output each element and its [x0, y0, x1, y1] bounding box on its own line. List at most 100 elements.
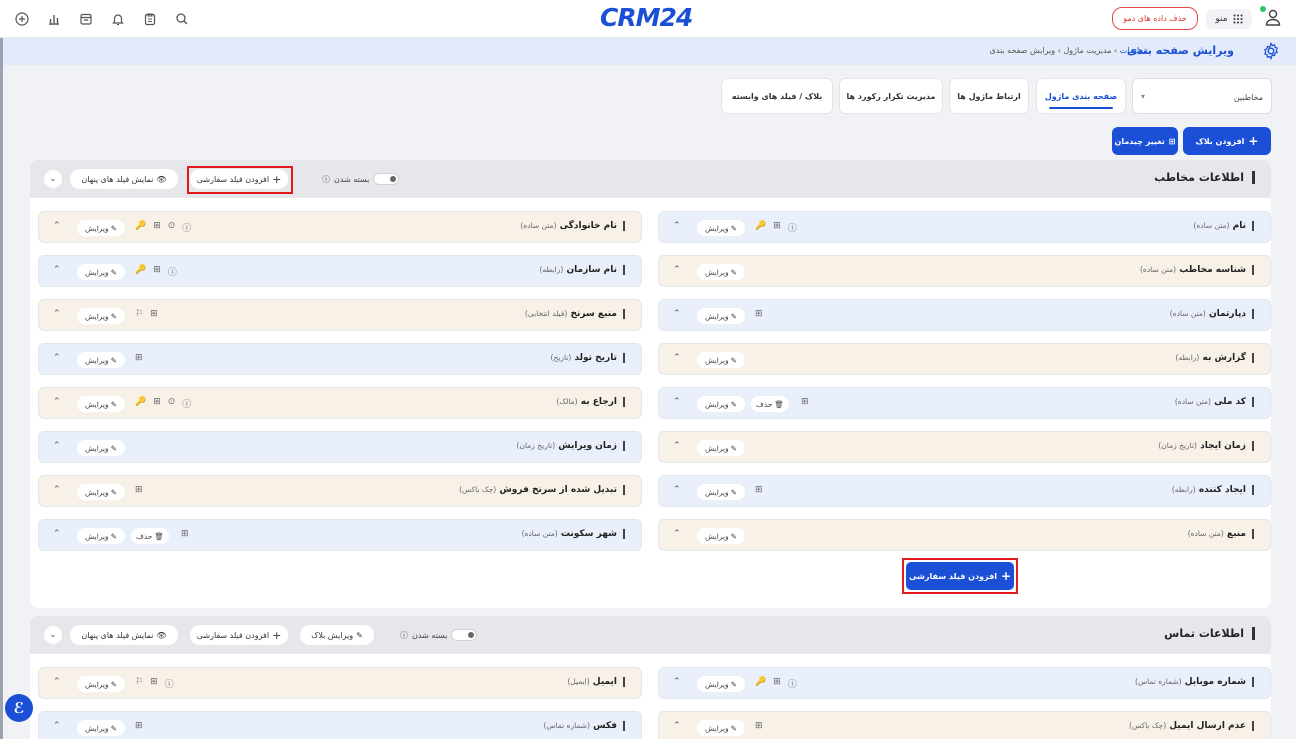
show-hidden-fields-button[interactable]: نمایش فیلد های پنهان 👁 — [70, 169, 178, 189]
chevron-up-icon[interactable]: ⌃ — [673, 677, 681, 687]
grid-icon[interactable]: ⊞ — [135, 353, 143, 363]
edit-field-button[interactable]: ویرایش ✎ — [697, 396, 745, 412]
tab-dependent-fields[interactable]: بلاک / فیلد های وابسته — [721, 78, 833, 114]
key-icon[interactable]: 🔑 — [135, 221, 146, 234]
chevron-up-icon[interactable]: ⌃ — [53, 529, 61, 539]
field-card[interactable]: نام (متن ساده) ⌃ ویرایش ✎ 🔑 ⊞ ⓘ — [658, 211, 1271, 243]
breadcrumb-settings[interactable]: تنظیمات — [1120, 46, 1148, 55]
field-card[interactable]: تبدیل شده از سرنخ فروش (چک باکس) ⌃ ویرایش ✎… — [38, 475, 642, 507]
edit-field-button[interactable]: ویرایش ✎ — [77, 528, 125, 544]
edit-field-button[interactable]: ویرایش ✎ — [77, 440, 125, 456]
field-card[interactable]: منبع (متن ساده) ⌃ ویرایش ✎ — [658, 519, 1271, 551]
collapse-toggle[interactable] — [373, 173, 400, 185]
info-icon[interactable]: ⓘ — [168, 265, 177, 278]
user-icon[interactable] — [1262, 7, 1284, 29]
chevron-up-icon[interactable]: ⌃ — [673, 441, 681, 451]
field-card[interactable]: نام سازمان (رابطه) ⌃ ویرایش ✎ 🔑 ⊞ ⓘ — [38, 255, 642, 287]
edit-field-button[interactable]: ویرایش ✎ — [697, 440, 745, 456]
chevron-up-icon[interactable]: ⌃ — [53, 397, 61, 407]
grid-icon[interactable]: ⊞ — [755, 309, 763, 319]
chevron-up-icon[interactable]: ⌃ — [673, 309, 681, 319]
edit-field-button[interactable]: ویرایش ✎ — [697, 352, 745, 368]
field-card[interactable]: تاریخ تولد (تاریخ) ⌃ ویرایش ✎ ⊞ — [38, 343, 642, 375]
edit-field-button[interactable]: ویرایش ✎ — [77, 676, 125, 692]
chevron-up-icon[interactable]: ⌃ — [673, 485, 681, 495]
field-card[interactable]: زمان ایجاد (تاریخ زمان) ⌃ ویرایش ✎ — [658, 431, 1271, 463]
edit-field-button[interactable]: ویرایش ✎ — [77, 352, 125, 368]
grid-icon[interactable]: ⊞ — [801, 397, 809, 407]
grid-icon[interactable]: ⊞ — [755, 485, 763, 495]
info-icon[interactable]: ⓘ — [788, 221, 797, 234]
module-select[interactable]: مخاطبین ▾ — [1132, 78, 1272, 114]
edit-field-button[interactable]: ویرایش ✎ — [77, 396, 125, 412]
help-chat-button[interactable]: ℰ — [5, 694, 33, 722]
grid-icon[interactable]: ⊞ — [153, 221, 161, 234]
grid-icon[interactable]: ⊞ — [135, 721, 143, 731]
key-icon[interactable]: 🔑 — [135, 265, 146, 278]
grid-icon[interactable]: ⊞ — [153, 397, 161, 410]
grid-icon[interactable]: ⊞ — [150, 677, 158, 690]
field-card[interactable]: دپارتمان (متن ساده) ⌃ ویرایش ✎ ⊞ — [658, 299, 1271, 331]
add-custom-field-button[interactable]: افزودن فیلد سفارشی + — [190, 625, 288, 645]
field-card[interactable]: زمان ویرایش (تاریخ زمان) ⌃ ویرایش ✎ — [38, 431, 642, 463]
chevron-down-icon[interactable]: ⌄ — [44, 626, 62, 644]
field-card[interactable]: ایمیل (ایمیل) ⌃ ویرایش ✎ ⚐ ⊞ ⓘ — [38, 667, 642, 699]
edit-block-button[interactable]: ویرایش بلاک ✎ — [300, 625, 374, 645]
field-card[interactable]: شهر سکونت (متن ساده) ⌃ ویرایش ✎ حذف 🗑 ⊞ — [38, 519, 642, 551]
show-hidden-fields-button[interactable]: نمایش فیلد های پنهان 👁 — [70, 625, 178, 645]
add-block-button[interactable]: افزودن بلاک + — [1183, 127, 1271, 155]
chevron-down-icon[interactable]: ⌄ — [44, 170, 62, 188]
grid-icon[interactable]: ⊞ — [773, 221, 781, 234]
breadcrumb-module-management[interactable]: مدیریت ماژول — [1063, 46, 1111, 55]
chevron-up-icon[interactable]: ⌃ — [53, 309, 61, 319]
chevron-up-icon[interactable]: ⌃ — [53, 485, 61, 495]
field-card[interactable]: شناسه مخاطب (متن ساده) ⌃ ویرایش ✎ — [658, 255, 1271, 287]
search-icon[interactable] — [172, 9, 192, 29]
chevron-up-icon[interactable]: ⌃ — [53, 221, 61, 231]
grid-icon[interactable]: ⊞ — [773, 677, 781, 690]
field-card[interactable]: منبع سرنخ (فیلد انتخابی) ⌃ ویرایش ✎ ⚐ ⊞ — [38, 299, 642, 331]
chevron-up-icon[interactable]: ⌃ — [53, 353, 61, 363]
bell-icon[interactable] — [108, 9, 128, 29]
app-logo[interactable]: CRM24 — [600, 3, 693, 33]
flag-icon[interactable]: ⚐ — [135, 309, 143, 319]
grid-icon[interactable]: ⊞ — [135, 485, 143, 495]
edit-field-button[interactable]: ویرایش ✎ — [697, 528, 745, 544]
settings-circle-icon[interactable]: ⊙ — [168, 221, 176, 234]
chevron-up-icon[interactable]: ⌃ — [673, 721, 681, 731]
delete-field-button[interactable]: حذف 🗑 — [131, 528, 169, 544]
edit-field-button[interactable]: ویرایش ✎ — [77, 484, 125, 500]
key-icon[interactable]: 🔑 — [755, 221, 766, 234]
edit-field-button[interactable]: ویرایش ✎ — [697, 220, 745, 236]
grid-icon[interactable]: ⊞ — [181, 529, 189, 539]
settings-circle-icon[interactable]: ⊙ — [168, 397, 176, 410]
field-card[interactable]: کد ملی (متن ساده) ⌃ ویرایش ✎ حذف 🗑 ⊞ — [658, 387, 1271, 419]
edit-field-button[interactable]: ویرایش ✎ — [77, 308, 125, 324]
info-icon[interactable]: ⓘ — [182, 221, 191, 234]
field-card[interactable]: ارجاع به (مالک) ⌃ ویرایش ✎ 🔑 ⊞ ⊙ ⓘ — [38, 387, 642, 419]
field-card[interactable]: ایجاد کننده (رابطه) ⌃ ویرایش ✎ ⊞ — [658, 475, 1271, 507]
chevron-up-icon[interactable]: ⌃ — [53, 721, 61, 731]
chevron-up-icon[interactable]: ⌃ — [673, 529, 681, 539]
edit-field-button[interactable]: ویرایش ✎ — [697, 308, 745, 324]
info-icon[interactable]: ⓘ — [182, 397, 191, 410]
collapse-toggle[interactable] — [451, 629, 478, 641]
field-card[interactable]: شماره موبایل (شماره تماس) ⌃ ویرایش ✎ 🔑 ⊞ ⓘ — [658, 667, 1271, 699]
edit-field-button[interactable]: ویرایش ✎ — [77, 220, 125, 236]
grid-icon[interactable]: ⊞ — [153, 265, 161, 278]
add-circle-icon[interactable] — [12, 9, 32, 29]
chevron-up-icon[interactable]: ⌃ — [53, 677, 61, 687]
delete-demo-data-button[interactable]: حذف داده های دمو — [1112, 7, 1198, 30]
field-card[interactable]: عدم ارسال ایمیل (چک باکس) ⌃ ویرایش ✎ ⊞ — [658, 711, 1271, 739]
menu-button[interactable]: منو — [1206, 9, 1252, 29]
clipboard-icon[interactable] — [140, 9, 160, 29]
edit-field-button[interactable]: ویرایش ✎ — [697, 720, 745, 736]
change-layout-button[interactable]: تغییر چیدمان ⊞ — [1112, 127, 1178, 155]
key-icon[interactable]: 🔑 — [755, 677, 766, 690]
chart-icon[interactable] — [44, 9, 64, 29]
field-card[interactable]: نام خانوادگی (متن ساده) ⌃ ویرایش ✎ 🔑 ⊞ ⊙ ⓘ — [38, 211, 642, 243]
tab-duplicate-management[interactable]: مدیریت تکرار رکورد ها — [839, 78, 943, 114]
flag-icon[interactable]: ⚐ — [135, 677, 143, 690]
grid-icon[interactable]: ⊞ — [150, 309, 158, 319]
calendar-icon[interactable] — [76, 9, 96, 29]
